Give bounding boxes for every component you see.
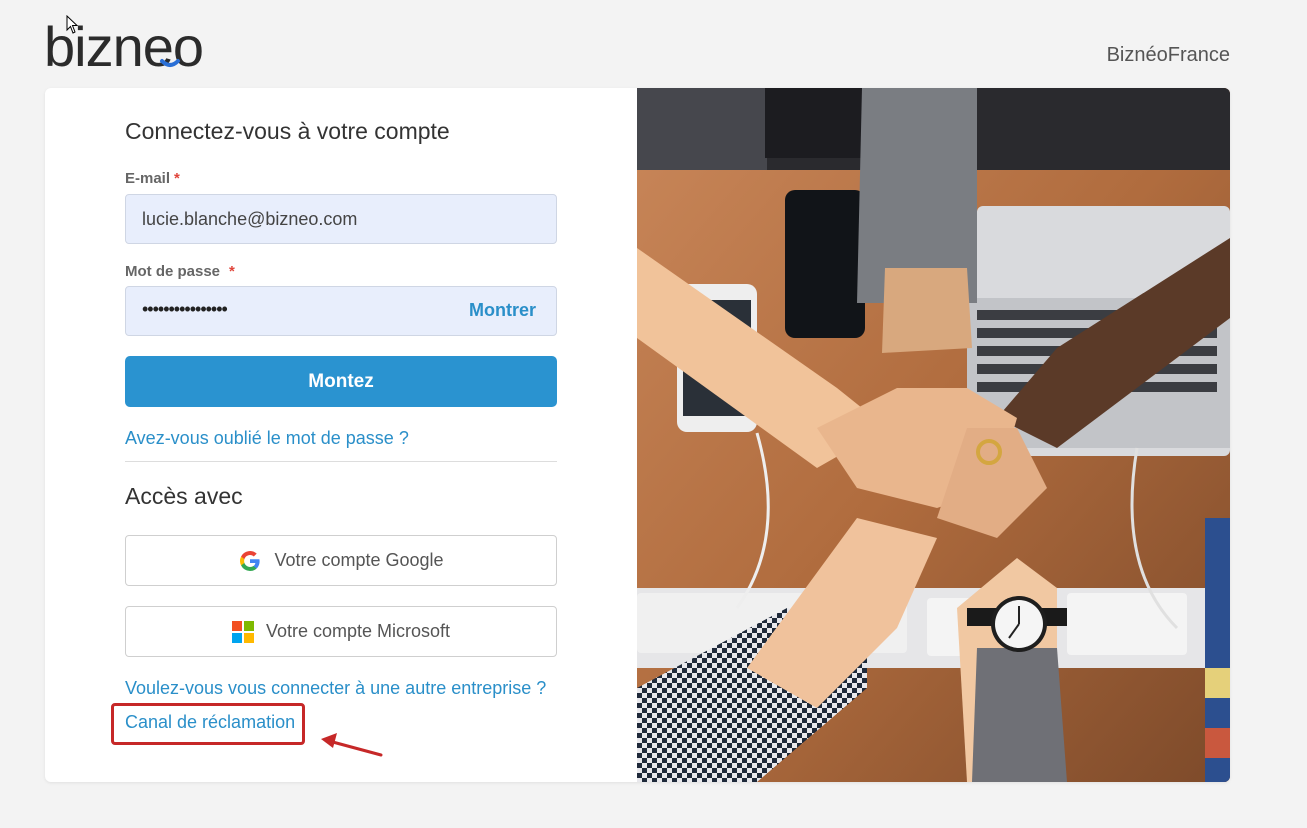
microsoft-login-label: Votre compte Microsoft bbox=[265, 621, 451, 641]
login-card: Connectez-vous à votre compte E-mail * lu… bbox=[45, 88, 1230, 782]
divider bbox=[125, 461, 557, 462]
password-label: Mot de passe * bbox=[125, 263, 235, 280]
arrow-left-icon bbox=[321, 733, 383, 757]
microsoft-logo-icon bbox=[231, 620, 254, 643]
team-fist-bump-photo bbox=[637, 88, 1230, 782]
password-label-text: Mot de passe bbox=[125, 263, 221, 280]
email-label-text: E-mail bbox=[125, 170, 171, 187]
password-field[interactable]: •••••••••••••••• Montrer bbox=[125, 286, 557, 336]
login-button[interactable]: Montez bbox=[125, 356, 557, 407]
password-value: •••••••••••••••• bbox=[142, 299, 228, 319]
microsoft-login-button[interactable]: Votre compte Microsoft bbox=[125, 606, 557, 657]
email-value: lucie.blanche@bizneo.com bbox=[142, 209, 358, 229]
email-label: E-mail * bbox=[125, 170, 180, 187]
forgot-password-link[interactable]: Avez-vous oublié le mot de passe ? bbox=[125, 428, 409, 449]
google-logo-icon bbox=[240, 550, 261, 571]
access-title: Accès avec bbox=[125, 483, 243, 509]
annotation-highlight-box bbox=[111, 703, 305, 745]
email-field[interactable]: lucie.blanche@bizneo.com bbox=[125, 194, 557, 244]
show-password-button[interactable]: Montrer bbox=[469, 300, 536, 321]
page-title: Connectez-vous à votre compte bbox=[125, 118, 450, 144]
company-name[interactable]: BiznéoFrance bbox=[1107, 44, 1230, 67]
password-required-mark: * bbox=[229, 263, 235, 280]
google-login-label: Votre compte Google bbox=[274, 550, 444, 570]
mouse-cursor-icon bbox=[66, 15, 78, 34]
email-required-mark: * bbox=[174, 170, 180, 187]
other-company-link[interactable]: Voulez-vous vous connecter à une autre e… bbox=[125, 678, 546, 699]
google-login-button[interactable]: Votre compte Google bbox=[125, 535, 557, 586]
